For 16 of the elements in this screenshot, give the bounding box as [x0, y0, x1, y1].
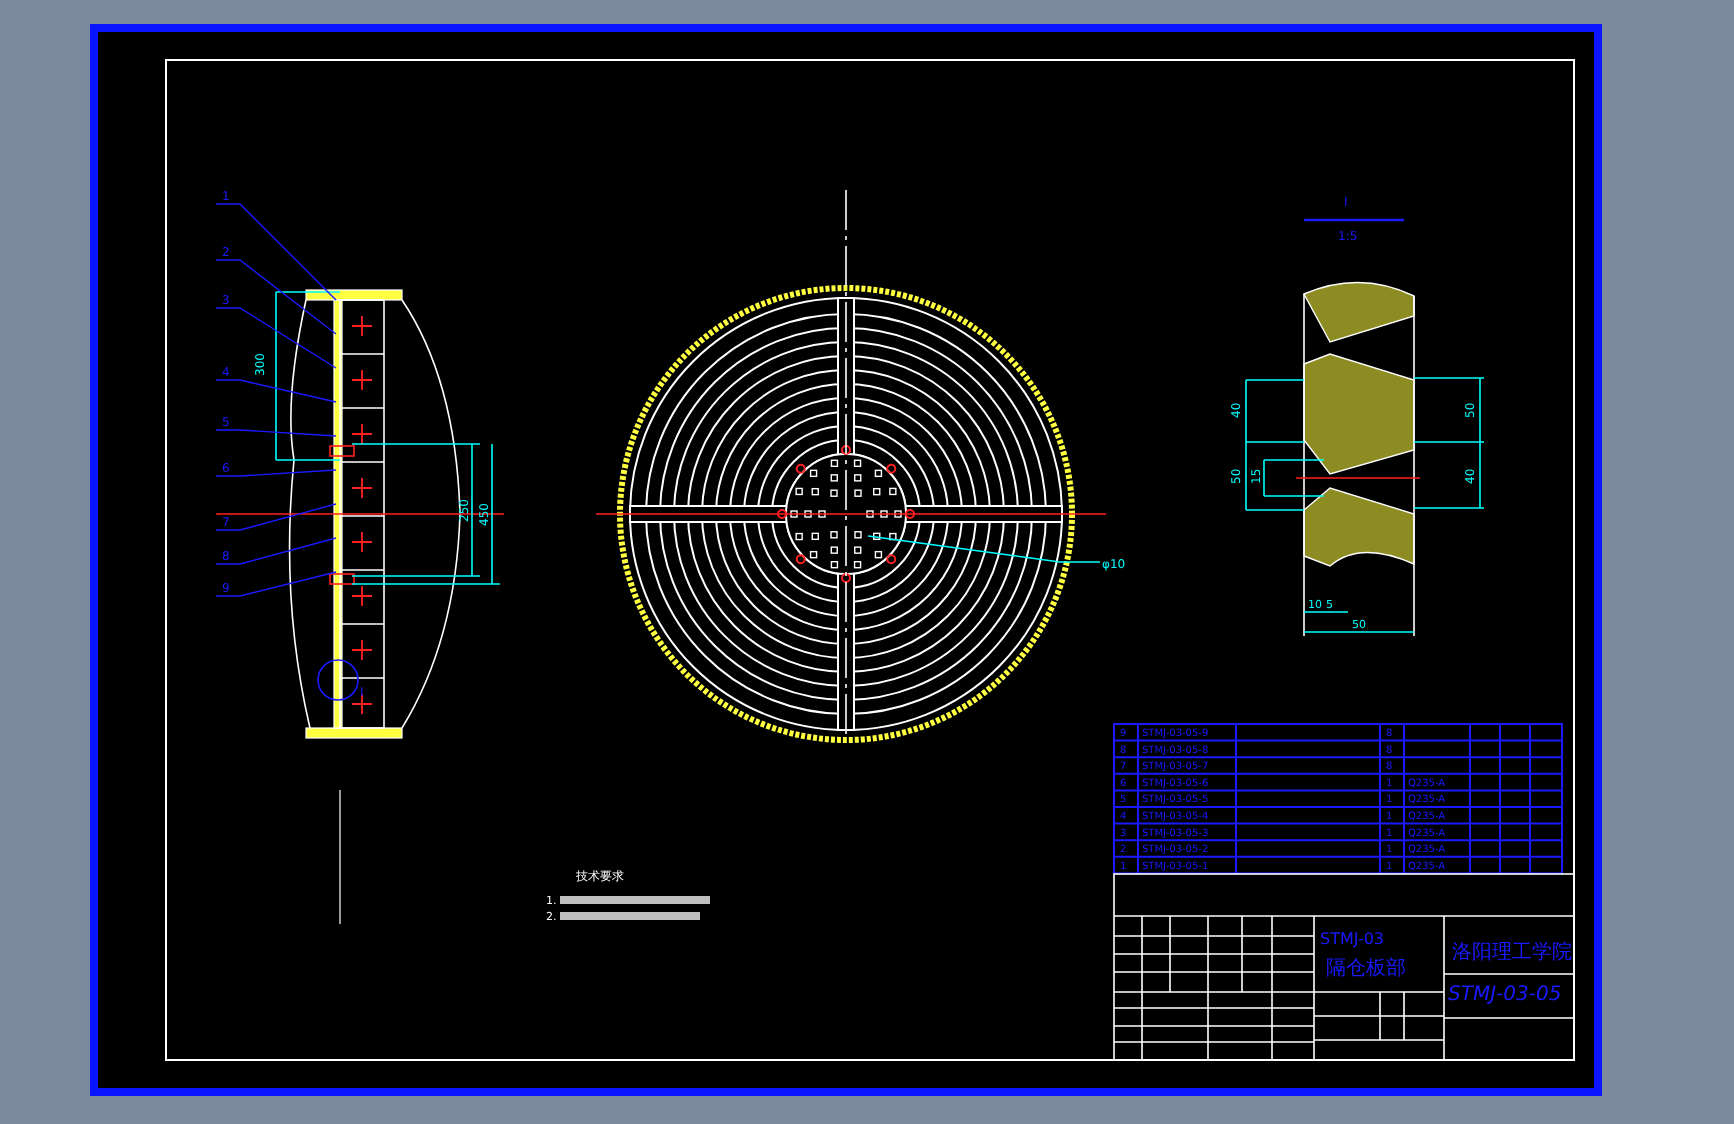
center-line	[338, 789, 340, 925]
leader-line	[214, 259, 336, 335]
drawing-name: 隔仓板部	[1325, 958, 1405, 980]
drawing-number: STMJ-03	[1319, 930, 1384, 948]
drawing-code: STMJ-03-05	[1447, 984, 1561, 1006]
leader-line	[214, 429, 336, 437]
label-underline	[1303, 218, 1403, 222]
center-line	[1294, 477, 1420, 479]
detail-circle	[316, 659, 358, 701]
leader-line	[214, 503, 336, 531]
leader-line	[214, 379, 336, 403]
leader-line	[214, 537, 336, 565]
leader-line	[214, 571, 336, 597]
leader-line	[214, 469, 336, 477]
leader-line	[214, 203, 336, 301]
school-name: 洛阳理工学院	[1451, 942, 1571, 964]
